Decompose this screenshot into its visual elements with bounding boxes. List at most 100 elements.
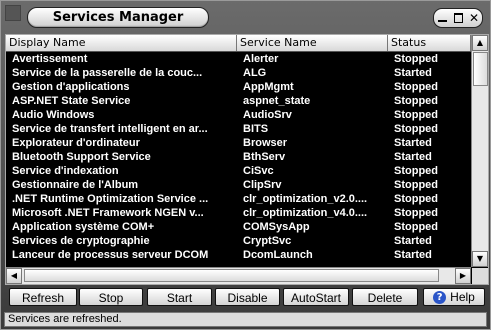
cell-display-name: Bluetooth Support Service: [12, 151, 151, 163]
cell-service-name: clr_optimization_v4.0....: [243, 207, 368, 219]
cell-service-name: COMSysApp: [243, 221, 310, 233]
table-row[interactable]: Audio Windows AudioSrv Stopped: [6, 108, 471, 122]
help-icon: ?: [433, 290, 447, 304]
cell-status: Stopped: [394, 165, 438, 177]
table-row[interactable]: Gestionnaire de l'Album ClipSrv Stopped: [6, 178, 471, 192]
window-title: Services Manager: [27, 7, 209, 28]
vertical-scrollbar[interactable]: ▲ ▼: [471, 35, 488, 267]
table-row[interactable]: Lanceur de processus serveur DCOM DcomLau…: [6, 248, 471, 262]
status-bar: Services are refreshed.: [4, 312, 487, 327]
table-row[interactable]: Service de la passerelle de la couc... AL…: [6, 66, 471, 80]
cell-display-name: Gestion d'applications: [12, 81, 130, 93]
cell-service-name: Alerter: [243, 53, 279, 65]
close-icon: ✕: [468, 11, 480, 25]
window-controls: ✕: [433, 8, 483, 28]
cell-display-name: Service de transfert intelligent en ar..…: [12, 123, 208, 135]
scroll-down-button[interactable]: ▼: [472, 251, 488, 267]
cell-service-name: Browser: [243, 137, 288, 149]
cell-display-name: Gestionnaire de l'Album: [12, 179, 139, 191]
scroll-up-button[interactable]: ▲: [472, 35, 488, 51]
arrow-left-icon: ◀: [10, 271, 18, 280]
cell-service-name: DcomLaunch: [243, 249, 313, 261]
cell-display-name: .NET Runtime Optimization Service ...: [12, 193, 209, 205]
cell-display-name: Microsoft .NET Framework NGEN v...: [12, 207, 204, 219]
cell-status: Stopped: [394, 53, 438, 65]
cell-status: Stopped: [394, 123, 438, 135]
disable-button[interactable]: Disable: [215, 288, 280, 306]
cell-status: Stopped: [394, 81, 438, 93]
delete-button[interactable]: Delete: [352, 288, 418, 306]
cell-status: Started: [394, 249, 432, 261]
table-row[interactable]: Service de transfert intelligent en ar..…: [6, 122, 471, 136]
table-row[interactable]: Service d'indexation CiSvc Stopped: [6, 164, 471, 178]
cell-display-name: Audio Windows: [12, 109, 95, 121]
title-bar[interactable]: Services Manager ✕: [1, 1, 490, 31]
list-rows: Avertissement Alerter Stopped Service de la…: [6, 52, 471, 262]
cell-service-name: BITS: [243, 123, 269, 135]
table-row[interactable]: Explorateur d'ordinateur Browser Started: [6, 136, 471, 150]
help-label: Help: [450, 290, 475, 304]
autostart-button[interactable]: AutoStart: [283, 288, 349, 306]
cell-service-name: aspnet_state: [243, 95, 311, 107]
cell-display-name: Explorateur d'ordinateur: [12, 137, 140, 149]
cell-status: Started: [394, 67, 432, 79]
cell-display-name: Lanceur de processus serveur DCOM: [12, 249, 209, 261]
cell-service-name: CryptSvc: [243, 235, 292, 247]
cell-service-name: AudioSrv: [243, 109, 292, 121]
cell-display-name: Services de cryptographie: [12, 235, 150, 247]
cell-service-name: clr_optimization_v2.0....: [243, 193, 368, 205]
arrow-right-icon: ▶: [459, 271, 467, 280]
cell-display-name: ASP.NET State Service: [12, 95, 131, 107]
start-button[interactable]: Start: [147, 288, 212, 306]
refresh-button[interactable]: Refresh: [9, 288, 77, 306]
list-header: Display Name Service Name Status: [6, 35, 471, 52]
table-row[interactable]: Microsoft .NET Framework NGEN v... clr_op…: [6, 206, 471, 220]
cell-service-name: AppMgmt: [243, 81, 294, 93]
vertical-scroll-thumb[interactable]: [473, 52, 488, 86]
maximize-button[interactable]: [452, 12, 464, 24]
cell-service-name: ALG: [243, 67, 267, 79]
table-row[interactable]: ASP.NET State Service aspnet_state Stopped: [6, 94, 471, 108]
cell-status: Stopped: [394, 109, 438, 121]
scroll-left-button[interactable]: ◀: [6, 268, 22, 284]
arrow-down-icon: ▼: [476, 254, 484, 263]
stop-button[interactable]: Stop: [79, 288, 143, 306]
maximize-icon: [453, 13, 463, 23]
horizontal-scroll-thumb[interactable]: [24, 269, 439, 282]
help-button[interactable]: ? Help: [423, 288, 485, 306]
table-row[interactable]: Bluetooth Support Service BthServ Started: [6, 150, 471, 164]
close-button[interactable]: ✕: [468, 12, 480, 24]
scroll-corner: [472, 268, 488, 284]
cell-status: Started: [394, 137, 432, 149]
cell-display-name: Avertissement: [12, 53, 88, 65]
table-row[interactable]: Services de cryptographie CryptSvc Started: [6, 234, 471, 248]
column-header-service-name[interactable]: Service Name: [237, 35, 388, 51]
cell-status: Started: [394, 151, 432, 163]
table-row[interactable]: .NET Runtime Optimization Service ... clr…: [6, 192, 471, 206]
services-list[interactable]: Display Name Service Name Status Avertis…: [5, 34, 489, 285]
services-manager-window: Services Manager ✕ Display Name Service …: [0, 0, 491, 330]
cell-display-name: Service de la passerelle de la couc...: [12, 67, 203, 79]
app-icon: [5, 5, 21, 21]
cell-status: Stopped: [394, 179, 438, 191]
cell-service-name: ClipSrv: [243, 179, 282, 191]
minimize-icon: [437, 20, 447, 22]
table-row[interactable]: Gestion d'applications AppMgmt Stopped: [6, 80, 471, 94]
cell-status: Stopped: [394, 193, 438, 205]
cell-display-name: Service d'indexation: [12, 165, 119, 177]
cell-status: Started: [394, 235, 432, 247]
cell-service-name: CiSvc: [243, 165, 274, 177]
cell-service-name: BthServ: [243, 151, 286, 163]
arrow-up-icon: ▲: [476, 38, 484, 47]
table-row[interactable]: Application système COM+ COMSysApp Stopped: [6, 220, 471, 234]
minimize-button[interactable]: [436, 12, 448, 24]
cell-status: Stopped: [394, 95, 438, 107]
cell-status: Stopped: [394, 207, 438, 219]
column-header-status[interactable]: Status: [388, 35, 471, 51]
scroll-right-button[interactable]: ▶: [455, 268, 471, 284]
horizontal-scrollbar[interactable]: ◀ ▶: [6, 267, 471, 284]
column-header-display-name[interactable]: Display Name: [6, 35, 237, 51]
cell-display-name: Application système COM+: [12, 221, 155, 233]
cell-status: Stopped: [394, 221, 438, 233]
table-row[interactable]: Avertissement Alerter Stopped: [6, 52, 471, 66]
